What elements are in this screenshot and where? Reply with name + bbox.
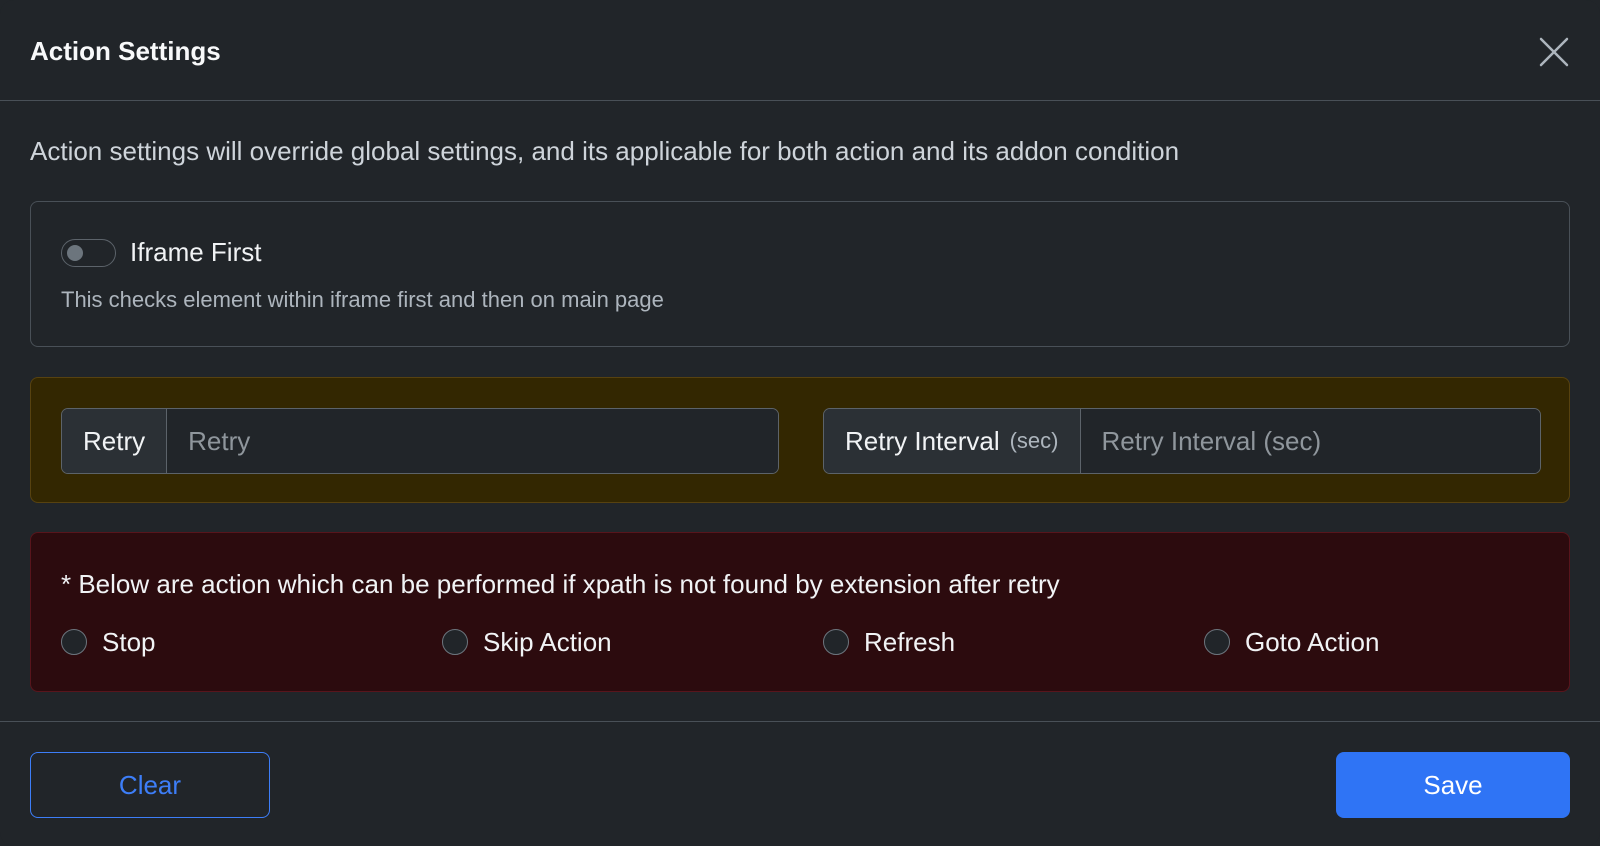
radio-label: Stop xyxy=(102,626,156,657)
close-icon xyxy=(1539,37,1569,67)
retry-interval-input-group: Retry Interval (sec) xyxy=(823,408,1541,474)
iframe-first-card: Iframe First This checks element within … xyxy=(30,201,1570,347)
on-fail-card: * Below are action which can be performe… xyxy=(30,532,1570,692)
retry-label: Retry xyxy=(62,409,168,473)
retry-interval-input[interactable] xyxy=(1080,409,1540,473)
save-button[interactable]: Save xyxy=(1336,752,1570,818)
retry-interval-label: Retry Interval (sec) xyxy=(824,409,1081,473)
clear-button[interactable]: Clear xyxy=(30,752,270,818)
radio-circle[interactable] xyxy=(823,629,849,655)
iframe-first-switch[interactable] xyxy=(61,239,116,267)
radio-circle[interactable] xyxy=(1204,629,1230,655)
radio-stop[interactable]: Stop xyxy=(61,627,156,657)
action-settings-modal: Action Settings Action settings will ove… xyxy=(0,0,1600,846)
retry-interval-label-text: Retry Interval xyxy=(845,425,1000,456)
radio-label: Goto Action xyxy=(1245,626,1380,657)
radio-skip-action[interactable]: Skip Action xyxy=(442,627,612,657)
retry-card: Retry Retry Interval (sec) xyxy=(30,377,1570,503)
radio-refresh[interactable]: Refresh xyxy=(823,627,955,657)
radio-circle[interactable] xyxy=(61,629,87,655)
modal-header: Action Settings xyxy=(0,0,1600,101)
iframe-first-help: This checks element within iframe first … xyxy=(61,287,664,312)
retry-label-text: Retry xyxy=(83,425,146,456)
retry-input-group: Retry xyxy=(61,408,779,474)
retry-interval-unit: (sec) xyxy=(1009,428,1059,453)
modal-description: Action settings will override global set… xyxy=(30,136,1180,166)
modal-footer: Clear Save xyxy=(0,721,1600,846)
close-button[interactable] xyxy=(1538,36,1570,68)
radio-label: Refresh xyxy=(864,626,956,657)
on-fail-note: * Below are action which can be performe… xyxy=(61,569,1060,599)
radio-label: Skip Action xyxy=(483,626,612,657)
radio-circle[interactable] xyxy=(442,629,468,655)
radio-goto-action[interactable]: Goto Action xyxy=(1204,627,1379,657)
retry-input[interactable] xyxy=(167,409,778,473)
modal-title: Action Settings xyxy=(30,36,221,66)
iframe-first-label: Iframe First xyxy=(130,237,262,267)
switch-knob xyxy=(67,245,83,261)
